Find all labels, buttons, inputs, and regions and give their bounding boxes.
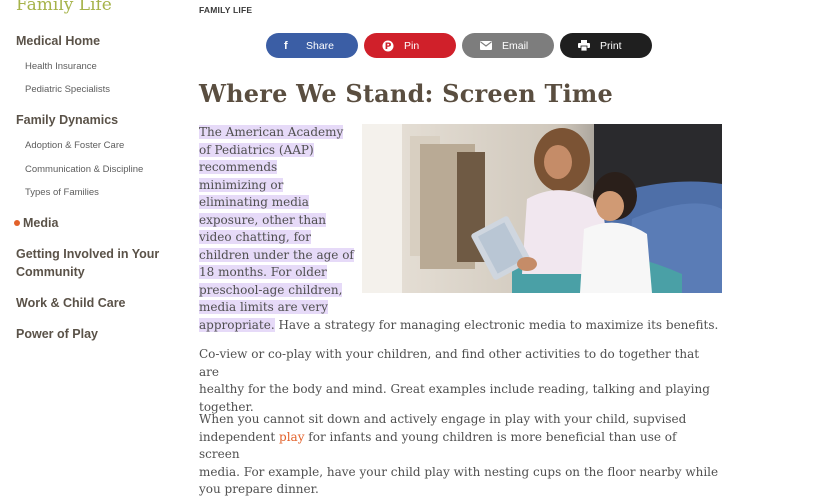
play-link[interactable]: play — [279, 430, 304, 444]
paragraph-independent-play: When you cannot sit down and actively en… — [199, 411, 719, 496]
page-title: Where We Stand: Screen Time — [199, 79, 613, 108]
intro-rest: Have a strategy for managing electronic … — [274, 318, 719, 332]
intro-highlight-end: appropriate. — [199, 318, 275, 332]
print-icon — [578, 33, 590, 58]
paragraph-coview: Co-view or co-play with your children, a… — [199, 346, 719, 416]
share-bar: f Share P Pin Email Print — [266, 33, 658, 58]
nav-family-dynamics[interactable]: Family Dynamics — [16, 111, 118, 129]
facebook-icon: f — [284, 39, 288, 52]
nav-pediatric-specialists[interactable]: Pediatric Specialists — [25, 84, 110, 95]
nav-communication-discipline[interactable]: Communication & Discipline — [25, 164, 143, 175]
nav-getting-involved[interactable]: Getting Involved in Your Community — [16, 245, 171, 281]
email-share-button[interactable]: Email — [462, 33, 554, 58]
pinterest-pin-button[interactable]: P Pin — [364, 33, 456, 58]
intro-line: media limits are very — [199, 300, 328, 314]
intro-line: exposure, other than — [199, 212, 326, 227]
intro-line: The American Academy — [199, 125, 344, 139]
article-photo — [362, 124, 722, 293]
pinterest-icon: P — [382, 33, 394, 58]
intro-paragraph: The American Academy of Pediatrics (AAP)… — [199, 124, 354, 317]
paragraph-line: media. For example, have your child play… — [199, 464, 719, 479]
section-eyebrow[interactable]: FAMILY LIFE — [199, 5, 252, 15]
intro-line: recommends — [199, 160, 278, 174]
intro-line: preschool-age children, — [199, 282, 343, 297]
intro-line: of Pediatrics (AAP) — [199, 142, 314, 157]
print-label: Print — [600, 39, 622, 52]
email-label: Email — [502, 39, 529, 52]
print-button[interactable]: Print — [560, 33, 652, 58]
intro-line: children under the age of — [199, 247, 354, 262]
pin-label: Pin — [404, 39, 420, 52]
nav-health-insurance[interactable]: Health Insurance — [25, 61, 97, 72]
paragraph-text: independent — [199, 429, 280, 444]
nav-work-child-care[interactable]: Work & Child Care — [16, 294, 126, 312]
paragraph-line: healthy for the body and mind. Great exa… — [199, 382, 710, 396]
nav-media-active[interactable]: Media — [14, 214, 58, 232]
email-icon — [480, 33, 492, 58]
intro-continuation: appropriate. Have a strategy for managin… — [199, 317, 718, 335]
nav-media-label: Media — [23, 216, 59, 230]
intro-line: video chatting, for — [199, 230, 311, 244]
facebook-share-button[interactable]: f Share — [266, 33, 358, 58]
paragraph-line: independent play for infants and young c… — [199, 429, 719, 464]
site-brand[interactable]: Family Life — [16, 0, 112, 15]
sidebar-nav: Family Life Medical Home Health Insuranc… — [0, 0, 180, 496]
paragraph-line: you prepare dinner. — [199, 482, 319, 496]
nav-types-of-families[interactable]: Types of Families — [25, 187, 99, 198]
active-bullet-icon — [14, 220, 20, 226]
paragraph-line: Co-view or co-play with your children, a… — [199, 347, 700, 379]
paragraph-line: When you cannot sit down and actively en… — [199, 412, 687, 426]
nav-medical-home[interactable]: Medical Home — [16, 32, 100, 50]
intro-line: eliminating media — [199, 195, 309, 209]
intro-line: minimizing or — [199, 177, 284, 192]
share-label: Share — [306, 39, 335, 52]
svg-text:P: P — [385, 42, 392, 52]
nav-adoption-foster-care[interactable]: Adoption & Foster Care — [25, 140, 124, 151]
intro-line: 18 months. For older — [199, 265, 327, 279]
nav-power-of-play[interactable]: Power of Play — [16, 325, 98, 343]
